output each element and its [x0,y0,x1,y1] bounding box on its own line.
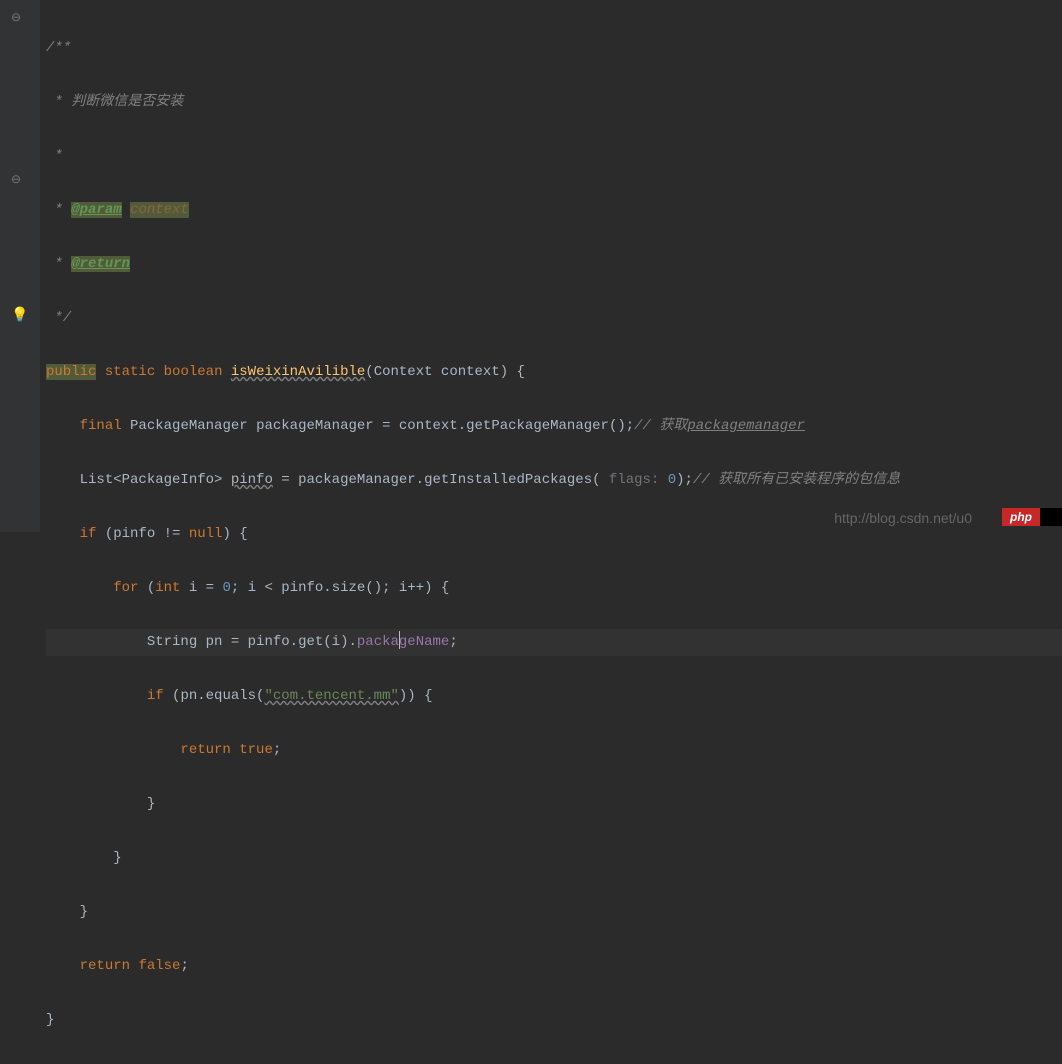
doc-comment: * [46,148,63,164]
keyword-boolean: boolean [164,364,223,380]
line-comment: // 获取 [634,418,687,434]
php-badge: php [1002,508,1040,526]
line-comment: // 获取所有已安装程序的包信息 [693,472,900,488]
fold-icon[interactable]: ⊖ [11,10,21,25]
doc-comment: */ [46,310,71,326]
keyword-static: static [105,364,155,380]
current-line: String pn = pinfo.get(i).packageName; [46,629,1062,656]
black-strip [1040,508,1062,526]
doc-comment: * [46,256,71,272]
param-hint: flags: [609,472,659,488]
doc-tag-return: @return [71,256,130,272]
method-name: isWeixinAvilible [231,364,365,380]
lightbulb-icon[interactable]: 💡 [11,307,28,324]
keyword-for: for [113,580,138,596]
doc-tag-param: @param [71,202,121,218]
code-area[interactable]: /** * 判断微信是否安装 * * @param context * @ret… [40,0,1062,532]
doc-comment: * 判断微信是否安装 [46,94,183,110]
keyword-return: return [180,742,230,758]
keyword-final: final [80,418,122,434]
keyword-if: if [80,526,97,542]
doc-comment: /** [46,40,71,56]
string-literal: "com.tencent.mm" [264,688,398,704]
gutter: ⊖ ⊖ 💡 [0,0,40,532]
fold-icon[interactable]: ⊖ [11,172,21,187]
code-editor[interactable]: ⊖ ⊖ 💡 /** * 判断微信是否安装 * * @param context … [0,0,1062,532]
doc-comment: * [46,202,71,218]
doc-param-name: context [130,202,189,218]
keyword-public: public [46,364,96,380]
param-type: Context [374,364,433,380]
watermark-text: http://blog.csdn.net/u0 [834,510,972,526]
